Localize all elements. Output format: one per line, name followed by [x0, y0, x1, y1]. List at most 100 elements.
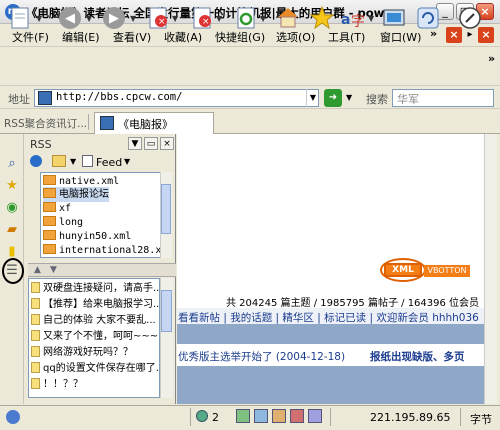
feed-item[interactable]: long [43, 215, 83, 230]
vbottom-badge[interactable]: VBOTTON [424, 265, 470, 277]
translate-icon: a字 [341, 12, 365, 30]
status-script-icon[interactable] [308, 409, 322, 423]
new-page-button[interactable] [6, 4, 34, 32]
address-label: 地址 [8, 93, 30, 106]
back-arrow-icon: ◀ [59, 7, 81, 29]
notice-headline[interactable]: 报纸出现缺版、多页 [370, 349, 465, 364]
status-media-icon[interactable] [272, 409, 286, 423]
close-page-button[interactable]: × [188, 4, 216, 32]
address-url-text[interactable]: http://bbs.cpcw.com/ [56, 91, 182, 103]
history-icon[interactable]: ◉ [4, 200, 20, 216]
post-item[interactable]: 【推荐】给来电脑报学习... [31, 297, 159, 312]
stop-dropdown[interactable]: ▼ [172, 14, 178, 23]
refresh-button[interactable] [232, 4, 260, 32]
feed-item[interactable]: xf [43, 201, 71, 216]
address-dropdown[interactable]: ▼ [306, 89, 319, 107]
back-button[interactable]: ◀ [56, 4, 84, 32]
xml-feed-icon [43, 244, 56, 254]
screen-icon [383, 9, 405, 26]
tools-button[interactable] [456, 4, 484, 32]
status-popup-count: 2 [212, 411, 219, 424]
status-page-icon[interactable] [236, 409, 250, 423]
forward-button[interactable]: ▶ [100, 4, 128, 32]
post-doc-icon [31, 362, 40, 373]
home-icon [278, 8, 298, 28]
xml-rss-badge[interactable]: XML [384, 263, 422, 277]
panel-dropdown-button[interactable]: ▼ [128, 137, 142, 150]
translate-button[interactable]: a字 [340, 4, 368, 32]
refresh-icon [237, 7, 255, 29]
annotation-circle-sidebar [2, 258, 24, 284]
status-separator [190, 408, 191, 426]
search-input-value[interactable]: 华军 [397, 91, 419, 107]
feed-item[interactable]: international28.xml [43, 243, 164, 257]
status-image-icon[interactable] [254, 409, 268, 423]
post-doc-icon [31, 378, 40, 389]
go-dropdown[interactable]: ▼ [346, 93, 352, 102]
close-page-dropdown[interactable]: ▼ [216, 14, 222, 23]
content-scrollbar[interactable] [484, 134, 497, 404]
star-icon [310, 6, 334, 30]
collapse-down-icon[interactable]: ▼ [50, 265, 57, 275]
post-scroll-thumb[interactable] [161, 290, 172, 332]
site-favicon-icon [38, 91, 52, 105]
rss-folder-icon[interactable] [52, 155, 66, 167]
undo-button[interactable] [414, 4, 442, 32]
post-title: ！！？？ [43, 379, 83, 390]
xml-feed-icon [43, 202, 56, 212]
status-block-icon[interactable] [290, 409, 304, 423]
feed-name: international28.xml [59, 245, 164, 256]
svg-text:a: a [341, 12, 350, 28]
favorites-star-icon[interactable]: ★ [4, 178, 20, 194]
back-dropdown[interactable]: ▼ [86, 14, 92, 23]
panel-float-button[interactable]: ▭ [144, 137, 158, 150]
feed-scroll-thumb[interactable] [161, 184, 171, 234]
rss-folder-dropdown[interactable]: ▼ [70, 157, 76, 166]
translate-dropdown[interactable]: ▼ [368, 14, 374, 23]
new-page-dropdown[interactable]: ▼ [36, 14, 42, 23]
rss-refresh-icon[interactable] [30, 155, 42, 167]
stop-icon: × [149, 7, 167, 29]
svg-text:×: × [158, 17, 166, 27]
feed-item[interactable]: hunyin50.xml [43, 229, 131, 244]
post-item[interactable]: qq的设置文件保存在哪了... [31, 361, 159, 376]
status-popup-icon[interactable] [196, 410, 208, 422]
feed-name: native.xml [59, 176, 120, 187]
content-divider-band [177, 324, 497, 344]
folder-icon[interactable]: ▰ [4, 222, 20, 238]
content-bottom-band [177, 366, 497, 404]
favorites-button[interactable] [308, 4, 336, 32]
feed-dropdown-label[interactable]: Feed [96, 156, 122, 169]
post-doc-icon [31, 298, 40, 309]
rss-subscribe-label[interactable]: RSS聚合资讯订... [4, 116, 87, 131]
feed-item-selected[interactable]: 电脑报论坛 [43, 187, 109, 202]
post-doc-icon [31, 346, 40, 357]
post-item[interactable]: 又来了个不懂，呵呵~~~ [31, 329, 158, 344]
close-page-icon: × [193, 7, 211, 29]
search-label: 搜索 [366, 93, 388, 106]
screenshot-button[interactable] [380, 4, 408, 32]
forum-nav-links[interactable]: 看看新帖 | 我的话题 | 精华区 | 标记已读 | 欢迎新会员 hhhh036 [178, 310, 479, 325]
post-title: 自己的体验 大家不要乱... [43, 315, 156, 326]
post-item[interactable]: 双硬盘连接疑问，请高手... [31, 281, 159, 296]
rss-panel-title: RSS [30, 138, 52, 151]
post-item[interactable]: ！！？？ [31, 377, 83, 392]
feed-name: long [59, 217, 84, 228]
notice-link[interactable]: 优秀版主选举开始了 (2004-12-18) [178, 349, 345, 364]
stop-button[interactable]: × [144, 4, 172, 32]
tab-label[interactable]: 《电脑报》 [118, 116, 173, 132]
collapse-up-icon[interactable]: ▲ [34, 265, 41, 275]
toolbar-overflow[interactable]: » [488, 52, 495, 65]
post-item[interactable]: 自己的体验 大家不要乱... [31, 313, 156, 328]
undo-icon [417, 7, 439, 29]
post-item[interactable]: 网络游戏好玩吗？？ [31, 345, 133, 360]
go-button[interactable]: ➜ [324, 89, 342, 107]
search-icon[interactable]: ⌕ [4, 156, 20, 172]
panel-close-button[interactable]: × [160, 137, 174, 150]
feed-dropdown-arrow[interactable]: ▼ [124, 157, 130, 166]
forward-dropdown[interactable]: ▼ [130, 14, 136, 23]
refresh-dropdown[interactable]: ▼ [260, 14, 266, 23]
home-button[interactable] [274, 4, 302, 32]
status-encoding[interactable]: 字节 [470, 411, 492, 427]
xml-feed-icon [43, 188, 56, 198]
